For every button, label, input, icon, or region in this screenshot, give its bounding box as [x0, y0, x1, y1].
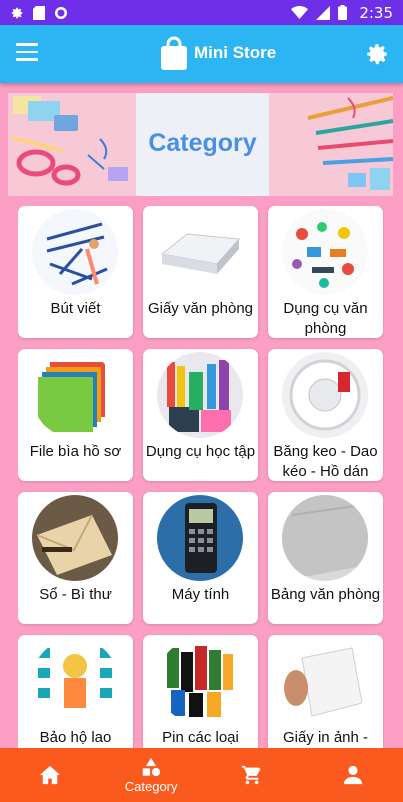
category-label: Máy tính: [171, 586, 230, 603]
nav-cart[interactable]: [202, 748, 303, 802]
home-icon: [40, 765, 61, 785]
nav-home[interactable]: [0, 748, 101, 802]
category-label: File bìa hồ sơ: [29, 443, 122, 460]
signal-icon: [316, 5, 331, 20]
gear-icon: [367, 44, 387, 65]
wifi-icon: [291, 6, 309, 19]
category-card-bao-ho-lao[interactable]: Bảo hộ lao: [18, 635, 133, 748]
category-card-bang-keo[interactable]: Băng keo - Dao kéo - Hồ dán: [268, 349, 383, 481]
app-bar: Mini Store: [0, 25, 403, 83]
category-label: Dụng cụ học tập: [145, 443, 256, 460]
category-thumb: [282, 209, 368, 295]
nav-category-label: Category: [124, 779, 178, 794]
category-card-dung-cu-van-phong[interactable]: Dụng cụ văn phòng: [268, 206, 383, 338]
category-label: Băng keo - Dao kéo - Hồ dán: [273, 443, 378, 480]
category-label: Bảng văn phòng: [270, 586, 381, 603]
category-card-dung-cu-hoc-tap[interactable]: Dụng cụ học tập: [143, 349, 258, 481]
app-brand: Mini Store: [160, 36, 276, 70]
bottom-navigation: Category: [0, 748, 403, 802]
category-label: Dụng cụ văn phòng: [283, 300, 368, 337]
category-card-pin-cac-loai[interactable]: Pin các loại: [143, 635, 258, 748]
banner-title: Category: [148, 129, 257, 157]
settings-button[interactable]: [364, 41, 390, 67]
nav-category[interactable]: Category: [101, 748, 202, 802]
category-card-bang-van-phong[interactable]: Bảng văn phòng: [268, 492, 383, 624]
category-thumb: [282, 638, 368, 724]
category-banner: Category: [8, 93, 393, 196]
category-label: Bút viết: [50, 300, 101, 317]
app-title: Mini Store: [194, 43, 277, 62]
category-thumb: [157, 352, 243, 438]
person-icon: [343, 765, 362, 785]
category-icon: [142, 757, 161, 777]
category-card-giay-in-anh[interactable]: Giấy in ảnh -: [268, 635, 383, 748]
category-thumb: [157, 495, 243, 581]
cart-icon: [241, 765, 261, 785]
category-label: Giấy in ảnh -: [282, 729, 369, 746]
shopping-bag-icon: [161, 36, 187, 70]
category-thumb: [32, 495, 118, 581]
category-thumb: [32, 209, 118, 295]
category-thumb: [282, 495, 368, 581]
category-thumb: [157, 209, 243, 295]
menu-button[interactable]: [16, 43, 38, 61]
category-card-file-bia-ho-so[interactable]: File bìa hồ sơ: [18, 349, 133, 481]
status-bar: 2:35: [0, 0, 403, 25]
circle-notification-icon: [55, 6, 67, 19]
category-thumb: [32, 638, 118, 724]
category-card-giay-van-phong[interactable]: Giấy văn phòng: [143, 206, 258, 338]
category-thumb: [157, 638, 243, 724]
category-label: Sổ - Bì thư: [39, 586, 112, 603]
category-grid: Bút viết Giấy văn phòng Dụng cụ văn phòn…: [18, 206, 384, 748]
category-label: Bảo hộ lao: [39, 729, 112, 746]
sd-card-icon: [33, 5, 45, 20]
category-card-may-tinh[interactable]: Máy tính: [143, 492, 258, 624]
status-time: 2:35: [359, 3, 393, 22]
category-card-but-viet[interactable]: Bút viết: [18, 206, 133, 338]
settings-notification-icon: [11, 7, 23, 18]
battery-icon: [338, 5, 348, 20]
nav-profile[interactable]: [302, 748, 403, 802]
category-label: Pin các loại: [162, 729, 239, 746]
category-label: Giấy văn phòng: [147, 300, 254, 317]
menu-icon: [16, 43, 38, 46]
category-thumb: [282, 352, 368, 438]
category-thumb: [32, 352, 118, 438]
category-card-so-bi-thu[interactable]: Sổ - Bì thư: [18, 492, 133, 624]
